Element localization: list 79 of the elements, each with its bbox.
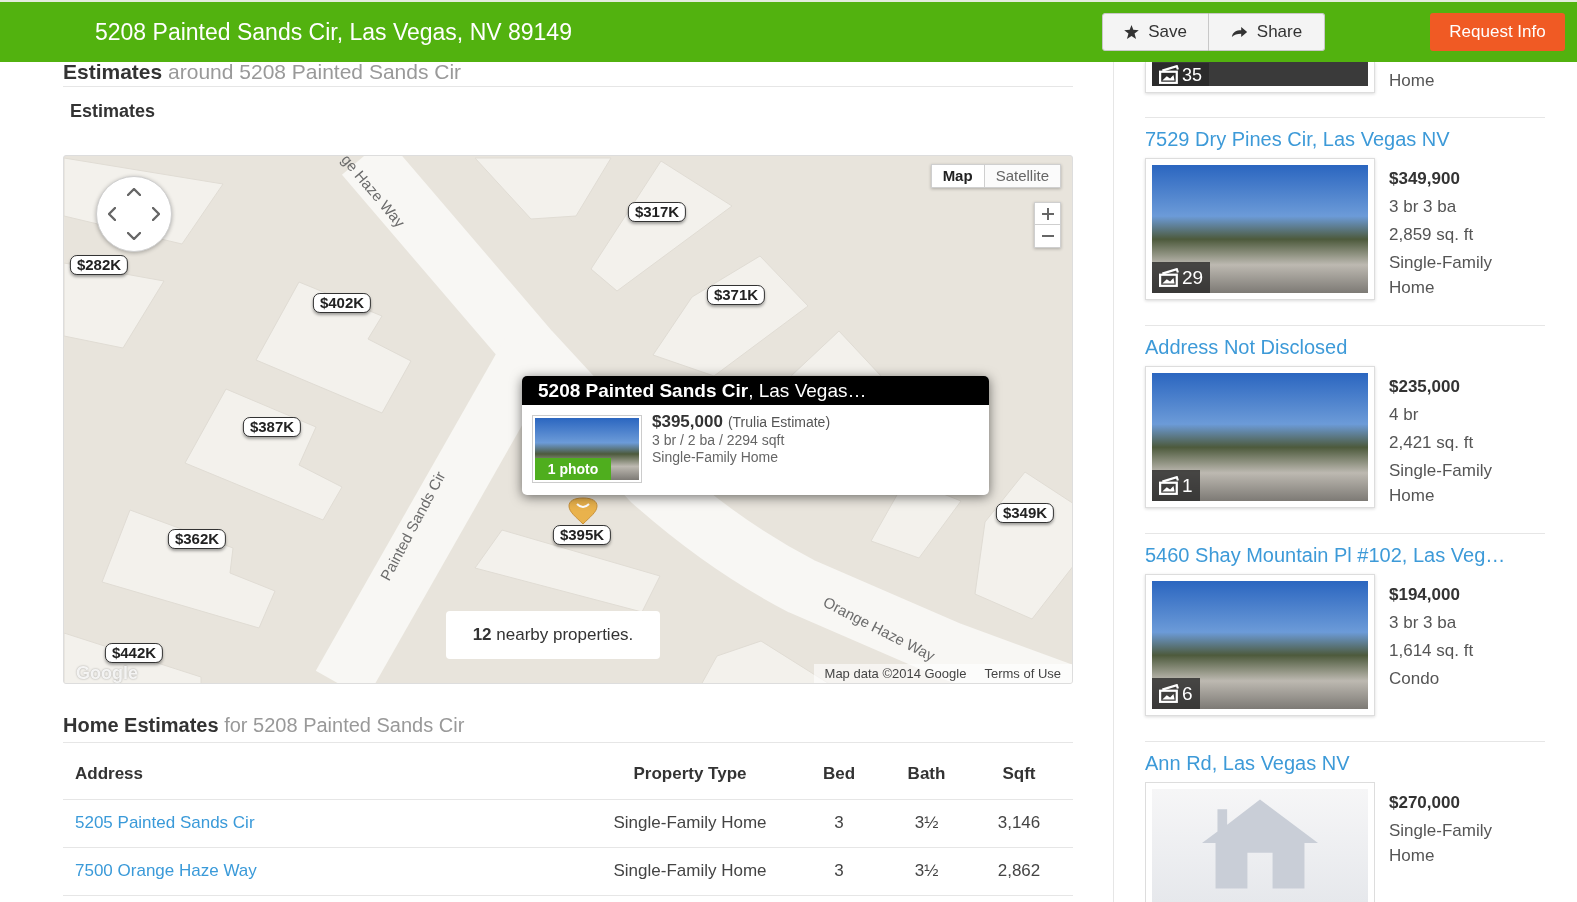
table-cell: 2,862 xyxy=(965,847,1073,895)
photos-icon xyxy=(1159,268,1179,287)
map-type-tab[interactable]: Map xyxy=(930,164,985,188)
listing-detail: 2,421 sq. ft xyxy=(1389,432,1474,454)
column-header: Sqft xyxy=(965,743,1073,799)
subsection-heading: Estimates xyxy=(70,100,156,122)
page-title: 5208 Painted Sands Cir, Las Vegas, NV 89149 xyxy=(95,17,572,47)
chevron-left-icon xyxy=(108,207,116,221)
listing-detail: 1,614 sq. ft xyxy=(1389,640,1474,662)
share-button[interactable]: Share xyxy=(1209,13,1325,51)
photo-count-button[interactable]: 1 xyxy=(1152,470,1200,501)
listing-detail: Single-Family Home xyxy=(1389,252,1493,299)
photos-icon xyxy=(1159,476,1179,495)
price-tag[interactable]: $442K xyxy=(104,643,164,663)
column-header: Address xyxy=(63,743,590,799)
section-heading: Estimates around 5208 Painted Sands Cir xyxy=(63,62,462,82)
price-tag[interactable]: $395K xyxy=(552,525,612,545)
price-tag[interactable]: $362K xyxy=(167,529,227,549)
photo-placeholder[interactable]: 35 xyxy=(1152,62,1368,86)
price-tag[interactable]: $349K xyxy=(995,503,1055,523)
star-icon xyxy=(1124,25,1140,39)
section-heading: Home Estimates for 5208 Painted Sands Cir xyxy=(63,713,465,737)
price-tag[interactable]: $317K xyxy=(627,202,687,222)
photo-placeholder[interactable]: 6 xyxy=(1152,581,1368,709)
listing-detail: Single-Family Home xyxy=(1389,820,1493,867)
table-cell: 3½ xyxy=(888,799,965,847)
table-cell: 3½ xyxy=(888,847,965,895)
popup-title[interactable]: 5208 Painted Sands Cir, Las Vegas… xyxy=(522,376,989,405)
listing-detail: 3 br 3 ba xyxy=(1389,196,1457,218)
price-tag[interactable]: $387K xyxy=(242,417,302,437)
terms-of-use-link[interactable]: Terms of Use xyxy=(984,663,1061,683)
map-type-tab[interactable]: Satellite xyxy=(984,164,1061,188)
listing-detail: 2,859 sq. ft xyxy=(1389,224,1474,246)
photos-icon xyxy=(1159,65,1179,84)
map-marker-icon xyxy=(568,497,598,525)
chevron-down-icon xyxy=(127,232,141,240)
price-tag[interactable]: $371K xyxy=(706,285,766,305)
column-header: Bed xyxy=(790,743,888,799)
map-view[interactable] xyxy=(63,155,1073,684)
zoom-out-button[interactable] xyxy=(1034,225,1061,248)
map-attribution: Map data ©2014 Google xyxy=(824,664,967,683)
column-header: Bath xyxy=(888,743,965,799)
listing-price: $270,000 xyxy=(1389,792,1460,814)
listing-detail: 3 br 3 ba xyxy=(1389,612,1457,634)
listing-detail: Condo xyxy=(1389,668,1440,690)
photo-placeholder[interactable]: 1 xyxy=(1152,373,1368,501)
minus-icon xyxy=(1041,235,1054,237)
listing-price: $194,000 xyxy=(1389,584,1460,606)
share-arrow-icon xyxy=(1230,26,1248,38)
estimate-price: $395,000 xyxy=(652,412,723,432)
photo-count-button[interactable]: 35 xyxy=(1152,63,1210,86)
house-icon xyxy=(1202,799,1318,889)
photo-count-button[interactable]: 29 xyxy=(1152,262,1211,293)
nearby-properties-notice: 12 nearby properties. xyxy=(446,611,660,659)
photo-placeholder[interactable]: 29 xyxy=(1152,165,1368,293)
table-cell: 3 xyxy=(790,799,888,847)
table-cell: Single-Family Home xyxy=(590,847,790,895)
plus-icon xyxy=(1041,207,1054,220)
column-header: Property Type xyxy=(590,743,790,799)
table-cell: 3,146 xyxy=(965,799,1073,847)
price-tag[interactable]: $282K xyxy=(69,255,129,275)
photo-count-badge: 1 photo xyxy=(535,458,611,480)
chevron-right-icon xyxy=(152,207,160,221)
listing-price: $349,900 xyxy=(1389,168,1460,190)
photos-icon xyxy=(1159,684,1179,703)
zoom-in-button[interactable] xyxy=(1034,202,1061,225)
property-details: 3 br / 2 ba / 2294 sqft xyxy=(652,432,785,449)
price-tag[interactable]: $402K xyxy=(312,293,372,313)
listing-detail: Single-Family Home xyxy=(1389,460,1493,507)
photo-count-button[interactable]: 6 xyxy=(1152,678,1200,709)
listing-detail: Home xyxy=(1389,70,1435,92)
chevron-up-icon xyxy=(127,188,141,196)
listing-price: $235,000 xyxy=(1389,376,1460,398)
listing-detail: 4 br xyxy=(1389,404,1419,426)
save-button[interactable]: Save xyxy=(1102,13,1209,51)
property-type: Single-Family Home xyxy=(652,449,779,466)
estimate-note: (Trulia Estimate) xyxy=(727,413,831,432)
table-cell: 3 xyxy=(790,847,888,895)
table-cell: Single-Family Home xyxy=(590,799,790,847)
